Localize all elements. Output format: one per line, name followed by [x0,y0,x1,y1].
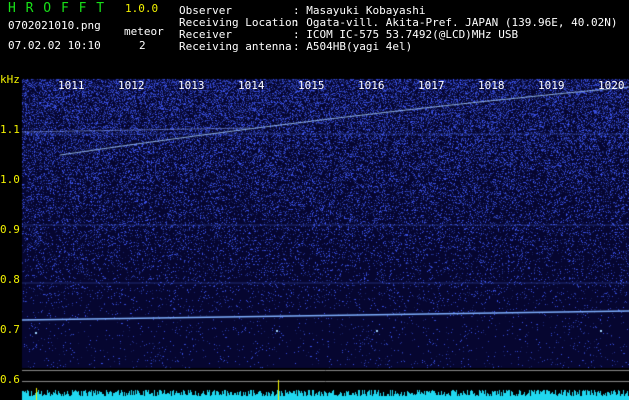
info-value-antenna: : A504HB(yagi 4el) [293,40,413,53]
app-version: 1.0.0 [125,2,159,15]
x-tick-1020: 1020 [598,79,625,92]
x-tick-1018: 1018 [478,79,505,92]
spectrogram-canvas [0,0,629,400]
info-key-antenna: Receiving antenna [179,40,292,53]
x-tick-1017: 1017 [418,79,445,92]
y-tick-1-0: 1.0 [0,173,20,186]
x-tick-1012: 1012 [118,79,145,92]
x-tick-1019: 1019 [538,79,565,92]
x-tick-1015: 1015 [298,79,325,92]
y-tick-0-8: 0.8 [0,273,20,286]
x-tick-1014: 1014 [238,79,265,92]
app-title: H R O F F T [8,1,106,16]
file-datetime: 07.02.02 10:10 [8,39,101,52]
x-tick-1013: 1013 [178,79,205,92]
y-tick-1-1: 1.1 [0,123,20,136]
y-tick-0-7: 0.7 [0,323,20,336]
meteor-label: meteor [124,25,164,38]
y-axis-unit: kHz [0,73,20,86]
y-tick-0-9: 0.9 [0,223,20,236]
file-name: 0702021010.png [8,19,101,32]
x-tick-1016: 1016 [358,79,385,92]
x-tick-1011: 1011 [58,79,85,92]
meteor-count: 2 [139,39,146,52]
y-tick-0-6: 0.6 [0,373,20,386]
